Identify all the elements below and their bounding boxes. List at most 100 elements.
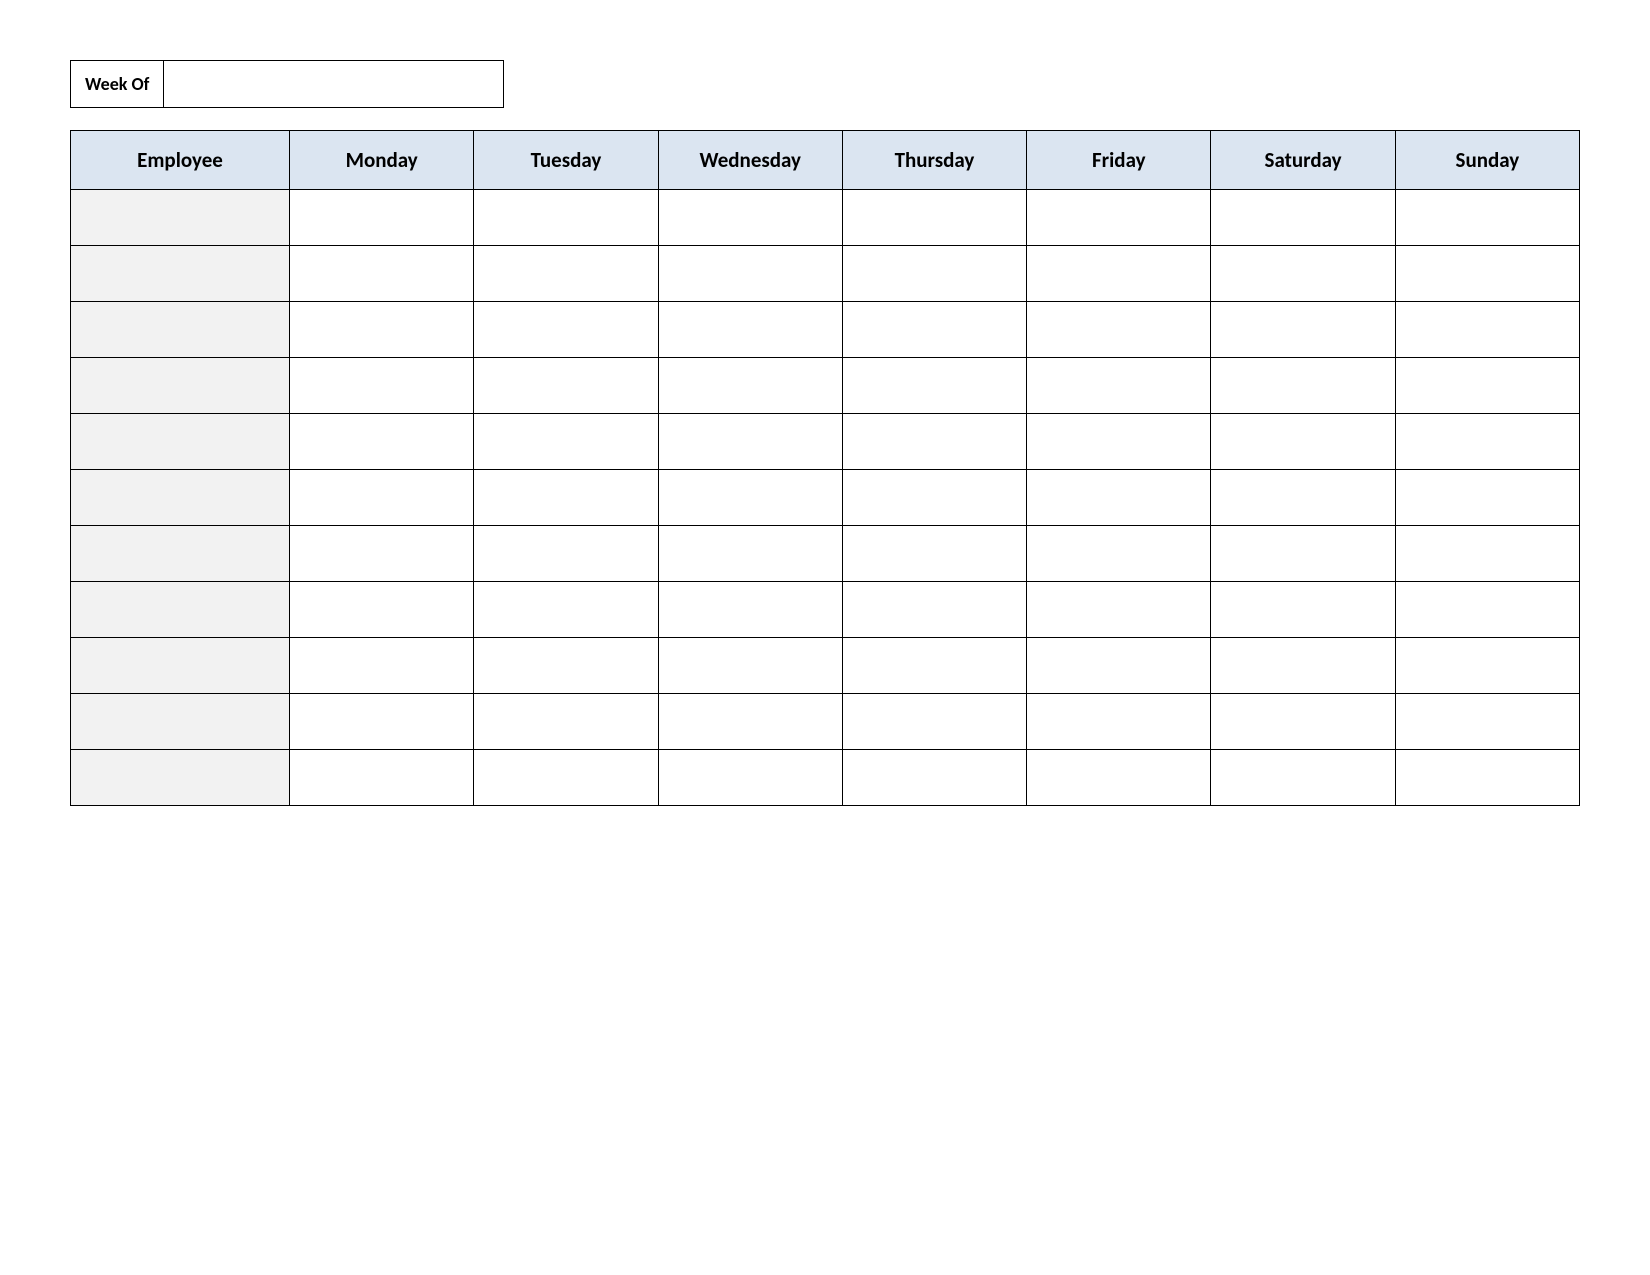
day-cell[interactable] xyxy=(1211,582,1395,638)
week-of-input[interactable] xyxy=(164,60,504,108)
employee-cell[interactable] xyxy=(71,414,290,470)
day-cell[interactable] xyxy=(290,414,474,470)
day-cell[interactable] xyxy=(474,414,658,470)
day-cell[interactable] xyxy=(290,694,474,750)
day-cell[interactable] xyxy=(1027,638,1211,694)
day-cell[interactable] xyxy=(658,246,842,302)
header-thursday: Thursday xyxy=(842,131,1026,190)
day-cell[interactable] xyxy=(842,526,1026,582)
header-sunday: Sunday xyxy=(1395,131,1579,190)
day-cell[interactable] xyxy=(1027,414,1211,470)
day-cell[interactable] xyxy=(1027,694,1211,750)
day-cell[interactable] xyxy=(1395,694,1579,750)
day-cell[interactable] xyxy=(290,638,474,694)
day-cell[interactable] xyxy=(1395,750,1579,806)
employee-cell[interactable] xyxy=(71,526,290,582)
day-cell[interactable] xyxy=(842,582,1026,638)
day-cell[interactable] xyxy=(1211,414,1395,470)
table-header-row: Employee Monday Tuesday Wednesday Thursd… xyxy=(71,131,1580,190)
table-row xyxy=(71,750,1580,806)
day-cell[interactable] xyxy=(1395,246,1579,302)
day-cell[interactable] xyxy=(1211,470,1395,526)
day-cell[interactable] xyxy=(1395,190,1579,246)
day-cell[interactable] xyxy=(1211,190,1395,246)
day-cell[interactable] xyxy=(1211,358,1395,414)
day-cell[interactable] xyxy=(290,246,474,302)
table-row xyxy=(71,470,1580,526)
day-cell[interactable] xyxy=(658,694,842,750)
day-cell[interactable] xyxy=(1027,190,1211,246)
day-cell[interactable] xyxy=(474,526,658,582)
day-cell[interactable] xyxy=(842,470,1026,526)
day-cell[interactable] xyxy=(842,358,1026,414)
day-cell[interactable] xyxy=(1395,582,1579,638)
day-cell[interactable] xyxy=(474,358,658,414)
day-cell[interactable] xyxy=(842,246,1026,302)
day-cell[interactable] xyxy=(474,190,658,246)
day-cell[interactable] xyxy=(1027,582,1211,638)
day-cell[interactable] xyxy=(1211,638,1395,694)
table-row xyxy=(71,582,1580,638)
employee-cell[interactable] xyxy=(71,190,290,246)
employee-cell[interactable] xyxy=(71,694,290,750)
day-cell[interactable] xyxy=(658,470,842,526)
day-cell[interactable] xyxy=(842,694,1026,750)
employee-cell[interactable] xyxy=(71,470,290,526)
day-cell[interactable] xyxy=(842,302,1026,358)
day-cell[interactable] xyxy=(842,190,1026,246)
employee-cell[interactable] xyxy=(71,638,290,694)
day-cell[interactable] xyxy=(474,582,658,638)
day-cell[interactable] xyxy=(474,694,658,750)
table-row xyxy=(71,302,1580,358)
day-cell[interactable] xyxy=(290,526,474,582)
day-cell[interactable] xyxy=(658,190,842,246)
day-cell[interactable] xyxy=(290,302,474,358)
day-cell[interactable] xyxy=(1211,526,1395,582)
day-cell[interactable] xyxy=(1027,358,1211,414)
day-cell[interactable] xyxy=(474,750,658,806)
day-cell[interactable] xyxy=(842,750,1026,806)
employee-cell[interactable] xyxy=(71,302,290,358)
employee-cell[interactable] xyxy=(71,358,290,414)
day-cell[interactable] xyxy=(1211,302,1395,358)
day-cell[interactable] xyxy=(842,414,1026,470)
day-cell[interactable] xyxy=(1027,246,1211,302)
day-cell[interactable] xyxy=(658,638,842,694)
day-cell[interactable] xyxy=(1395,470,1579,526)
day-cell[interactable] xyxy=(1395,414,1579,470)
day-cell[interactable] xyxy=(290,358,474,414)
day-cell[interactable] xyxy=(474,470,658,526)
day-cell[interactable] xyxy=(658,358,842,414)
day-cell[interactable] xyxy=(842,638,1026,694)
day-cell[interactable] xyxy=(1211,246,1395,302)
employee-cell[interactable] xyxy=(71,582,290,638)
day-cell[interactable] xyxy=(290,190,474,246)
day-cell[interactable] xyxy=(290,750,474,806)
day-cell[interactable] xyxy=(1395,526,1579,582)
day-cell[interactable] xyxy=(290,582,474,638)
day-cell[interactable] xyxy=(658,302,842,358)
employee-cell[interactable] xyxy=(71,246,290,302)
day-cell[interactable] xyxy=(474,638,658,694)
day-cell[interactable] xyxy=(658,582,842,638)
day-cell[interactable] xyxy=(658,526,842,582)
employee-cell[interactable] xyxy=(71,750,290,806)
day-cell[interactable] xyxy=(1027,470,1211,526)
day-cell[interactable] xyxy=(474,302,658,358)
day-cell[interactable] xyxy=(1395,302,1579,358)
table-row xyxy=(71,414,1580,470)
day-cell[interactable] xyxy=(1395,638,1579,694)
day-cell[interactable] xyxy=(658,414,842,470)
table-row xyxy=(71,190,1580,246)
table-row xyxy=(71,246,1580,302)
day-cell[interactable] xyxy=(474,246,658,302)
day-cell[interactable] xyxy=(1211,694,1395,750)
day-cell[interactable] xyxy=(658,750,842,806)
day-cell[interactable] xyxy=(1027,302,1211,358)
day-cell[interactable] xyxy=(1027,526,1211,582)
table-row xyxy=(71,358,1580,414)
day-cell[interactable] xyxy=(1395,358,1579,414)
day-cell[interactable] xyxy=(1211,750,1395,806)
day-cell[interactable] xyxy=(1027,750,1211,806)
day-cell[interactable] xyxy=(290,470,474,526)
